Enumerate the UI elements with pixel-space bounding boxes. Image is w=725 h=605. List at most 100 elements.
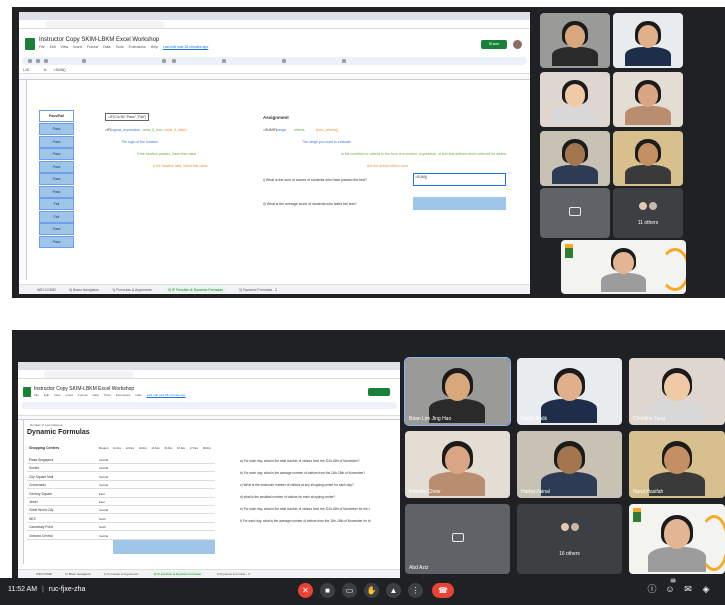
menu-bar-2[interactable]: File Edit View Insert Format Data Tools Extensi…: [34, 393, 191, 397]
activities-button[interactable]: ◈: [700, 583, 712, 595]
raise-hand-button[interactable]: ✋: [364, 583, 379, 598]
more-options-button[interactable]: ⋮: [408, 583, 423, 598]
mic-muted-button[interactable]: ✕: [298, 583, 313, 598]
menu-edit[interactable]: Edit: [50, 45, 56, 49]
present-button[interactable]: ▲: [386, 583, 401, 598]
sheet-tab-formulas-2[interactable]: 1) Formulas & Arguments: [104, 572, 138, 576]
pass-fail-cell[interactable]: Pass: [39, 123, 74, 135]
sheet-tab-basic-navigation[interactable]: 0) Basic Navigation: [69, 288, 99, 292]
pass-fail-cell[interactable]: Pass: [39, 185, 74, 198]
leave-call-button[interactable]: ☎: [432, 583, 454, 598]
camera-button[interactable]: ■: [320, 583, 335, 598]
menu-file[interactable]: File: [39, 45, 45, 49]
participant-tile[interactable]: [629, 504, 725, 574]
browser-tabstrip[interactable]: [19, 12, 530, 20]
participant-tile[interactable]: [613, 72, 683, 127]
last-edit-link-2[interactable]: Last edit was 38 minutes ago: [147, 393, 186, 397]
sheet-tab-basic-navigation-2[interactable]: 0) Basic Navigation: [65, 572, 91, 576]
menu-data-2[interactable]: Data: [93, 393, 99, 397]
pass-fail-cell[interactable]: Pass: [39, 235, 74, 248]
pass-fail-cell[interactable]: Fail: [39, 198, 74, 210]
pass-fail-header[interactable]: Pass/Fail: [39, 110, 74, 122]
menu-format-2[interactable]: Format: [78, 393, 88, 397]
pass-fail-cell[interactable]: Fail: [39, 210, 74, 223]
participant-tile[interactable]: [540, 13, 610, 68]
menu-data[interactable]: Data: [103, 45, 110, 49]
menu-insert-2[interactable]: Insert: [65, 393, 73, 397]
formula-input[interactable]: =SUM(): [54, 68, 66, 72]
menu-help-2[interactable]: Help: [136, 393, 142, 397]
if-syntax[interactable]: =IF(logical_expression, value_if_true, v…: [105, 128, 187, 132]
participant-tile[interactable]: [613, 131, 683, 186]
day-header[interactable]: 14-Nov: [151, 447, 159, 450]
sheet-tab-dynamic-formulas-2[interactable]: 3) Dynamic Formulas - 2: [239, 288, 277, 292]
table-row[interactable]: NEX North: [27, 515, 215, 523]
pass-fail-cell[interactable]: Pass: [39, 223, 74, 235]
doc-title[interactable]: Instructor Copy SKIM-LBKM Excel Workshop: [39, 37, 159, 43]
formula-bar[interactable]: L18 fx =SUM(): [19, 67, 530, 74]
menu-insert[interactable]: Insert: [73, 45, 82, 49]
menu-extensions[interactable]: Extensions: [129, 45, 146, 49]
bookmarks-bar-2[interactable]: [18, 379, 400, 385]
col-header-region[interactable]: Region: [99, 446, 109, 450]
pass-fail-cell[interactable]: Pass: [39, 148, 74, 160]
participant-tile[interactable]: 11 others: [613, 188, 683, 238]
menu-view[interactable]: View: [61, 45, 69, 49]
sheet-tab-formulas[interactable]: 1) Formulas & Arguments: [112, 288, 152, 292]
table-row[interactable]: Jewel East: [27, 498, 215, 506]
menu-bar[interactable]: File Edit View Insert Format Data Tools Extensi…: [39, 45, 213, 49]
menu-view-2[interactable]: View: [54, 393, 60, 397]
sheet-tab-welcome-2[interactable]: WELCOME!: [36, 572, 52, 576]
row-headers[interactable]: [19, 80, 27, 280]
table-row[interactable]: City Square Mall Central: [27, 473, 215, 481]
italic-icon[interactable]: [172, 59, 176, 63]
undo-icon[interactable]: [28, 59, 32, 63]
day-header[interactable]: 16-Nov: [177, 447, 185, 450]
menu-edit-2[interactable]: Edit: [44, 393, 49, 397]
bold-icon[interactable]: [162, 59, 166, 63]
account-avatar[interactable]: [513, 40, 522, 49]
sheet-tab-welcome[interactable]: WELCOME!: [37, 288, 56, 292]
menu-format[interactable]: Format: [87, 45, 98, 49]
participant-tile[interactable]: Nurul Hasifah: [629, 431, 725, 498]
sheets-logo-icon[interactable]: [25, 38, 35, 50]
menu-tools[interactable]: Tools: [115, 45, 123, 49]
table-row[interactable]: Plaza Singapura Central: [27, 456, 215, 464]
table-row[interactable]: Suntec Central: [27, 464, 215, 473]
functions-icon[interactable]: [342, 59, 346, 63]
day-header[interactable]: 15-Nov: [164, 447, 172, 450]
column-headers-2[interactable]: [18, 416, 400, 420]
table-row[interactable]: Crossroads Central: [27, 481, 215, 490]
if-formula-cell[interactable]: =IF(C4>50,"Pass","Fail"): [105, 113, 150, 121]
name-box[interactable]: L18: [23, 68, 29, 72]
sheets-logo-icon-2[interactable]: [23, 387, 31, 397]
info-button[interactable]: ⓘ: [646, 583, 658, 595]
day-header[interactable]: 18-Nov: [203, 447, 211, 450]
bookmarks-bar[interactable]: [19, 29, 530, 35]
menu-tools-2[interactable]: Tools: [104, 393, 111, 397]
chat-button[interactable]: ✉: [682, 583, 694, 595]
answer-2-cell[interactable]: [413, 197, 506, 210]
sumif-syntax[interactable]: =SUMIF(range, criteria, [sum_criteria]): [263, 128, 338, 132]
participant-tile[interactable]: [561, 240, 686, 294]
menu-file-2[interactable]: File: [34, 393, 39, 397]
participant-tile[interactable]: Farah Malik: [517, 358, 622, 425]
share-button-2[interactable]: [368, 388, 390, 396]
people-button[interactable]: ☺ 28: [664, 578, 677, 595]
menu-extensions-2[interactable]: Extensions: [116, 393, 131, 397]
participant-tile[interactable]: [540, 72, 610, 127]
day-header[interactable]: 12-Nov: [126, 447, 134, 450]
col-header-shop[interactable]: Shopping Centers: [29, 446, 59, 450]
sheet-tab-if-function[interactable]: 2) IF Function & Dynamic Formulas: [164, 287, 226, 293]
participant-tile[interactable]: Abd Aziz: [405, 504, 510, 574]
table-row[interactable]: Causeway Point North: [27, 523, 215, 532]
participant-tile[interactable]: [540, 188, 610, 238]
menu-help[interactable]: Help: [151, 45, 158, 49]
participant-tile[interactable]: Priscilla Chew: [405, 431, 510, 498]
day-header[interactable]: 11-Nov: [113, 447, 121, 450]
format-icon[interactable]: [82, 59, 86, 63]
browser-url-bar[interactable]: [19, 20, 530, 29]
url-field-2[interactable]: [44, 371, 134, 378]
participant-tile[interactable]: [540, 131, 610, 186]
print-icon[interactable]: [44, 59, 48, 63]
